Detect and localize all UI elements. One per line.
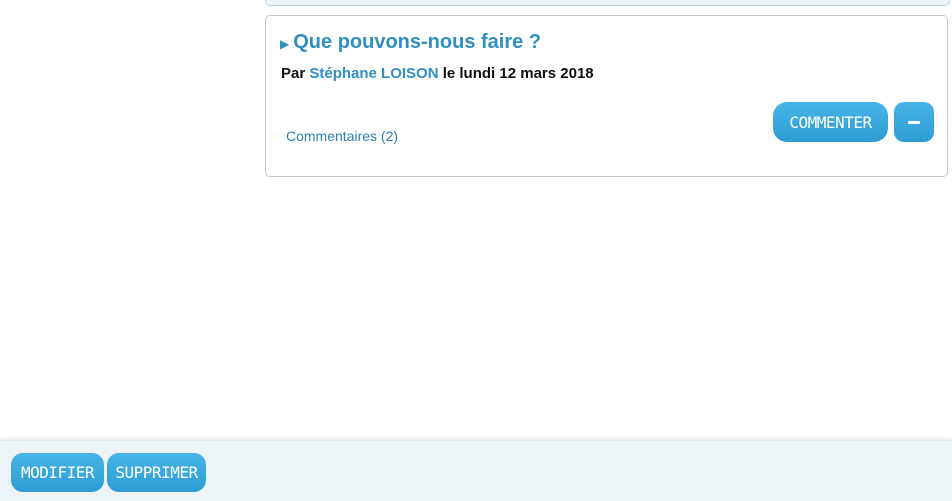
post-title-row[interactable]: ▶ Que pouvons-nous faire ? — [280, 31, 541, 54]
post-byline: Par Stéphane LOISON le lundi 12 mars 201… — [281, 65, 594, 82]
previous-post-card-edge — [265, 0, 950, 6]
byline-prefix: Par — [281, 65, 310, 82]
byline-date: le lundi 12 mars 2018 — [438, 65, 594, 82]
modify-button[interactable]: MODIFIER — [11, 453, 104, 492]
comments-link[interactable]: Commentaires (2) — [286, 128, 398, 144]
post-title[interactable]: Que pouvons-nous faire ? — [293, 31, 541, 54]
delete-button[interactable]: SUPPRIMER — [107, 453, 206, 492]
triangle-right-icon: ▶ — [280, 37, 290, 51]
collapse-button[interactable] — [894, 102, 934, 142]
minus-icon — [908, 120, 920, 124]
comment-button[interactable]: COMMENTER — [773, 102, 888, 142]
bottom-toolbar: MODIFIER SUPPRIMER — [0, 440, 952, 501]
post-card: ▶ Que pouvons-nous faire ? Par Stéphane … — [265, 15, 948, 177]
author-link[interactable]: Stéphane LOISON — [309, 65, 438, 82]
